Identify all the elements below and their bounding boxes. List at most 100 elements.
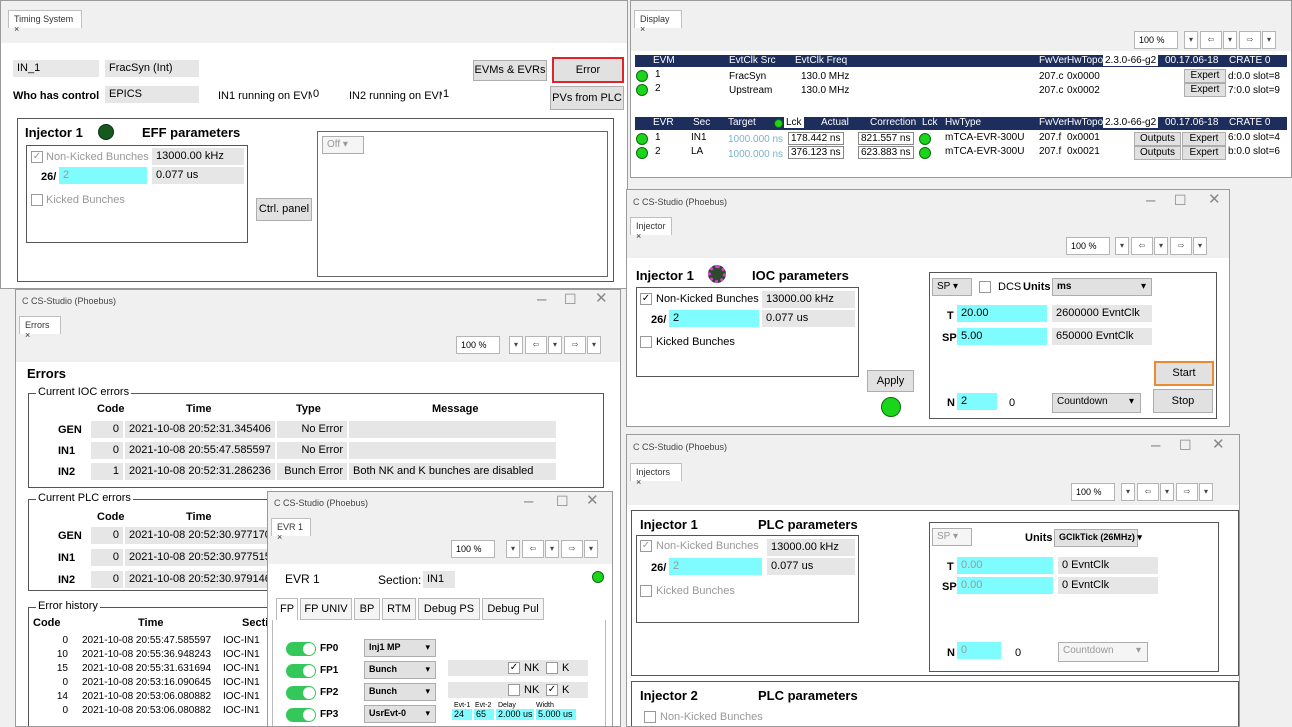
back-arrow-icon[interactable]: ⇦: [525, 336, 547, 354]
off-dropdown[interactable]: Off ▾: [322, 136, 364, 154]
delay-value[interactable]: 2.000 us: [496, 709, 534, 720]
minimize-icon[interactable]: –: [1146, 190, 1155, 210]
fp-toggle[interactable]: [286, 708, 316, 722]
nk-checkbox[interactable]: ✓: [640, 540, 652, 552]
sp-dropdown[interactable]: SP ▾: [932, 278, 972, 296]
apply-button[interactable]: Apply: [867, 370, 914, 392]
evm-1-expert-button[interactable]: Expert: [1184, 69, 1226, 83]
zoom-dropdown[interactable]: ▾: [1121, 483, 1135, 501]
div-input[interactable]: 2: [669, 558, 762, 575]
evr-tab-rtm[interactable]: RTM: [382, 598, 416, 620]
n-input[interactable]: 0: [957, 642, 1001, 659]
div-input[interactable]: 2: [669, 310, 759, 327]
fp-source-dropdown[interactable]: Bunch ▾: [364, 683, 436, 701]
fp2-k-checkbox[interactable]: ✓: [546, 684, 558, 696]
back-dropdown[interactable]: ▾: [1223, 31, 1237, 49]
close-icon[interactable]: ✕: [1212, 435, 1225, 453]
kb-checkbox[interactable]: [640, 336, 652, 348]
forward-arrow-icon[interactable]: ⇨: [1239, 31, 1261, 49]
forward-dropdown[interactable]: ▾: [587, 336, 601, 354]
evr-2-outputs-button[interactable]: Outputs: [1134, 146, 1181, 160]
forward-arrow-icon[interactable]: ⇨: [1176, 483, 1198, 501]
pvs-from-plc-button[interactable]: PVs from PLC: [550, 86, 624, 110]
back-arrow-icon[interactable]: ⇦: [1200, 31, 1222, 49]
start-button[interactable]: Start: [1154, 361, 1214, 386]
evr-tab-debug-ps[interactable]: Debug PS: [418, 598, 480, 620]
close-icon[interactable]: ✕: [1208, 190, 1221, 208]
stop-button[interactable]: Stop: [1153, 389, 1213, 413]
minimize-icon[interactable]: –: [1151, 435, 1160, 455]
tab-errors[interactable]: Errors ×: [19, 316, 61, 340]
maximize-icon[interactable]: ☐: [556, 493, 569, 510]
units-dropdown[interactable]: GClkTick (26MHz) ▾: [1054, 529, 1142, 547]
tab-display[interactable]: Display ×: [634, 10, 682, 34]
n-input[interactable]: 2: [957, 393, 997, 410]
evms-evrs-button[interactable]: EVMs & EVRs: [473, 60, 547, 81]
maximize-icon[interactable]: ☐: [1179, 437, 1192, 454]
zoom-errors[interactable]: 100 %: [456, 336, 500, 354]
back-dropdown[interactable]: ▾: [1160, 483, 1174, 501]
t-input[interactable]: 20.00: [957, 305, 1047, 322]
maximize-icon[interactable]: ☐: [1174, 192, 1187, 209]
evr-tab-fp-univ[interactable]: FP UNIV: [300, 598, 352, 620]
zoom-injectors[interactable]: 100 %: [1071, 483, 1115, 501]
fp-source-dropdown[interactable]: Bunch ▾: [364, 661, 436, 679]
zoom-dropdown[interactable]: ▾: [506, 540, 520, 558]
fp1-k-checkbox[interactable]: [546, 662, 558, 674]
zoom-injector[interactable]: 100 %: [1066, 237, 1110, 255]
tab-injectors[interactable]: Injectors ×: [630, 463, 682, 487]
kb-checkbox[interactable]: [640, 585, 652, 597]
close-icon[interactable]: ✕: [586, 492, 599, 509]
t-input[interactable]: 0.00: [957, 557, 1053, 574]
fp-toggle[interactable]: [286, 642, 316, 656]
zoom-dropdown[interactable]: ▾: [1184, 31, 1198, 49]
evr-1-expert-button[interactable]: Expert: [1182, 132, 1226, 146]
evr-tab-fp[interactable]: FP: [276, 598, 298, 620]
tab-evr1[interactable]: EVR 1 ×: [271, 518, 311, 542]
zoom-dropdown[interactable]: ▾: [1115, 237, 1129, 255]
forward-dropdown[interactable]: ▾: [584, 540, 598, 558]
error-button[interactable]: Error: [552, 57, 624, 83]
tab-timing-system[interactable]: Timing System ×: [8, 10, 82, 34]
fp-source-dropdown[interactable]: UsrEvt-0 ▾: [364, 705, 436, 723]
zoom-display[interactable]: 100 %: [1134, 31, 1178, 49]
minimize-icon[interactable]: –: [524, 492, 533, 511]
back-arrow-icon[interactable]: ⇦: [522, 540, 544, 558]
forward-dropdown[interactable]: ▾: [1199, 483, 1213, 501]
forward-arrow-icon[interactable]: ⇨: [1170, 237, 1192, 255]
back-dropdown[interactable]: ▾: [548, 336, 562, 354]
nk-checkbox[interactable]: ✓: [640, 293, 652, 305]
nk-checkbox[interactable]: ✓: [31, 151, 43, 163]
forward-dropdown[interactable]: ▾: [1262, 31, 1276, 49]
forward-dropdown[interactable]: ▾: [1193, 237, 1207, 255]
evm-2-expert-button[interactable]: Expert: [1184, 83, 1226, 97]
fp1-nk-checkbox[interactable]: ✓: [508, 662, 520, 674]
evt2-value[interactable]: 65: [474, 709, 494, 720]
back-arrow-icon[interactable]: ⇦: [1131, 237, 1153, 255]
evr-1-outputs-button[interactable]: Outputs: [1134, 132, 1181, 146]
tab-injector[interactable]: Injector ×: [630, 217, 672, 241]
countdown-dropdown[interactable]: Countdown ▾: [1052, 393, 1141, 413]
maximize-icon[interactable]: ☐: [564, 291, 577, 308]
sp-input[interactable]: 5.00: [957, 328, 1047, 345]
evr-tab-bp[interactable]: BP: [354, 598, 380, 620]
zoom-evr[interactable]: 100 %: [451, 540, 495, 558]
sp-input[interactable]: 0.00: [957, 577, 1053, 594]
forward-arrow-icon[interactable]: ⇨: [561, 540, 583, 558]
back-arrow-icon[interactable]: ⇦: [1137, 483, 1159, 501]
evr-tab-debug-pul[interactable]: Debug Pul: [482, 598, 544, 620]
dcs-checkbox[interactable]: [979, 281, 991, 293]
forward-arrow-icon[interactable]: ⇨: [564, 336, 586, 354]
fp2-nk-checkbox[interactable]: [508, 684, 520, 696]
close-icon[interactable]: ✕: [595, 290, 608, 307]
zoom-dropdown[interactable]: ▾: [509, 336, 523, 354]
fp-toggle[interactable]: [286, 664, 316, 678]
evt1-value[interactable]: 24: [452, 709, 472, 720]
countdown-dropdown[interactable]: Countdown ▾: [1058, 642, 1148, 662]
width-value[interactable]: 5.000 us: [536, 709, 576, 720]
kb-checkbox[interactable]: [31, 194, 43, 206]
minimize-icon[interactable]: –: [537, 290, 546, 309]
units-dropdown[interactable]: ms ▾: [1052, 278, 1152, 296]
fp-toggle[interactable]: [286, 686, 316, 700]
back-dropdown[interactable]: ▾: [545, 540, 559, 558]
